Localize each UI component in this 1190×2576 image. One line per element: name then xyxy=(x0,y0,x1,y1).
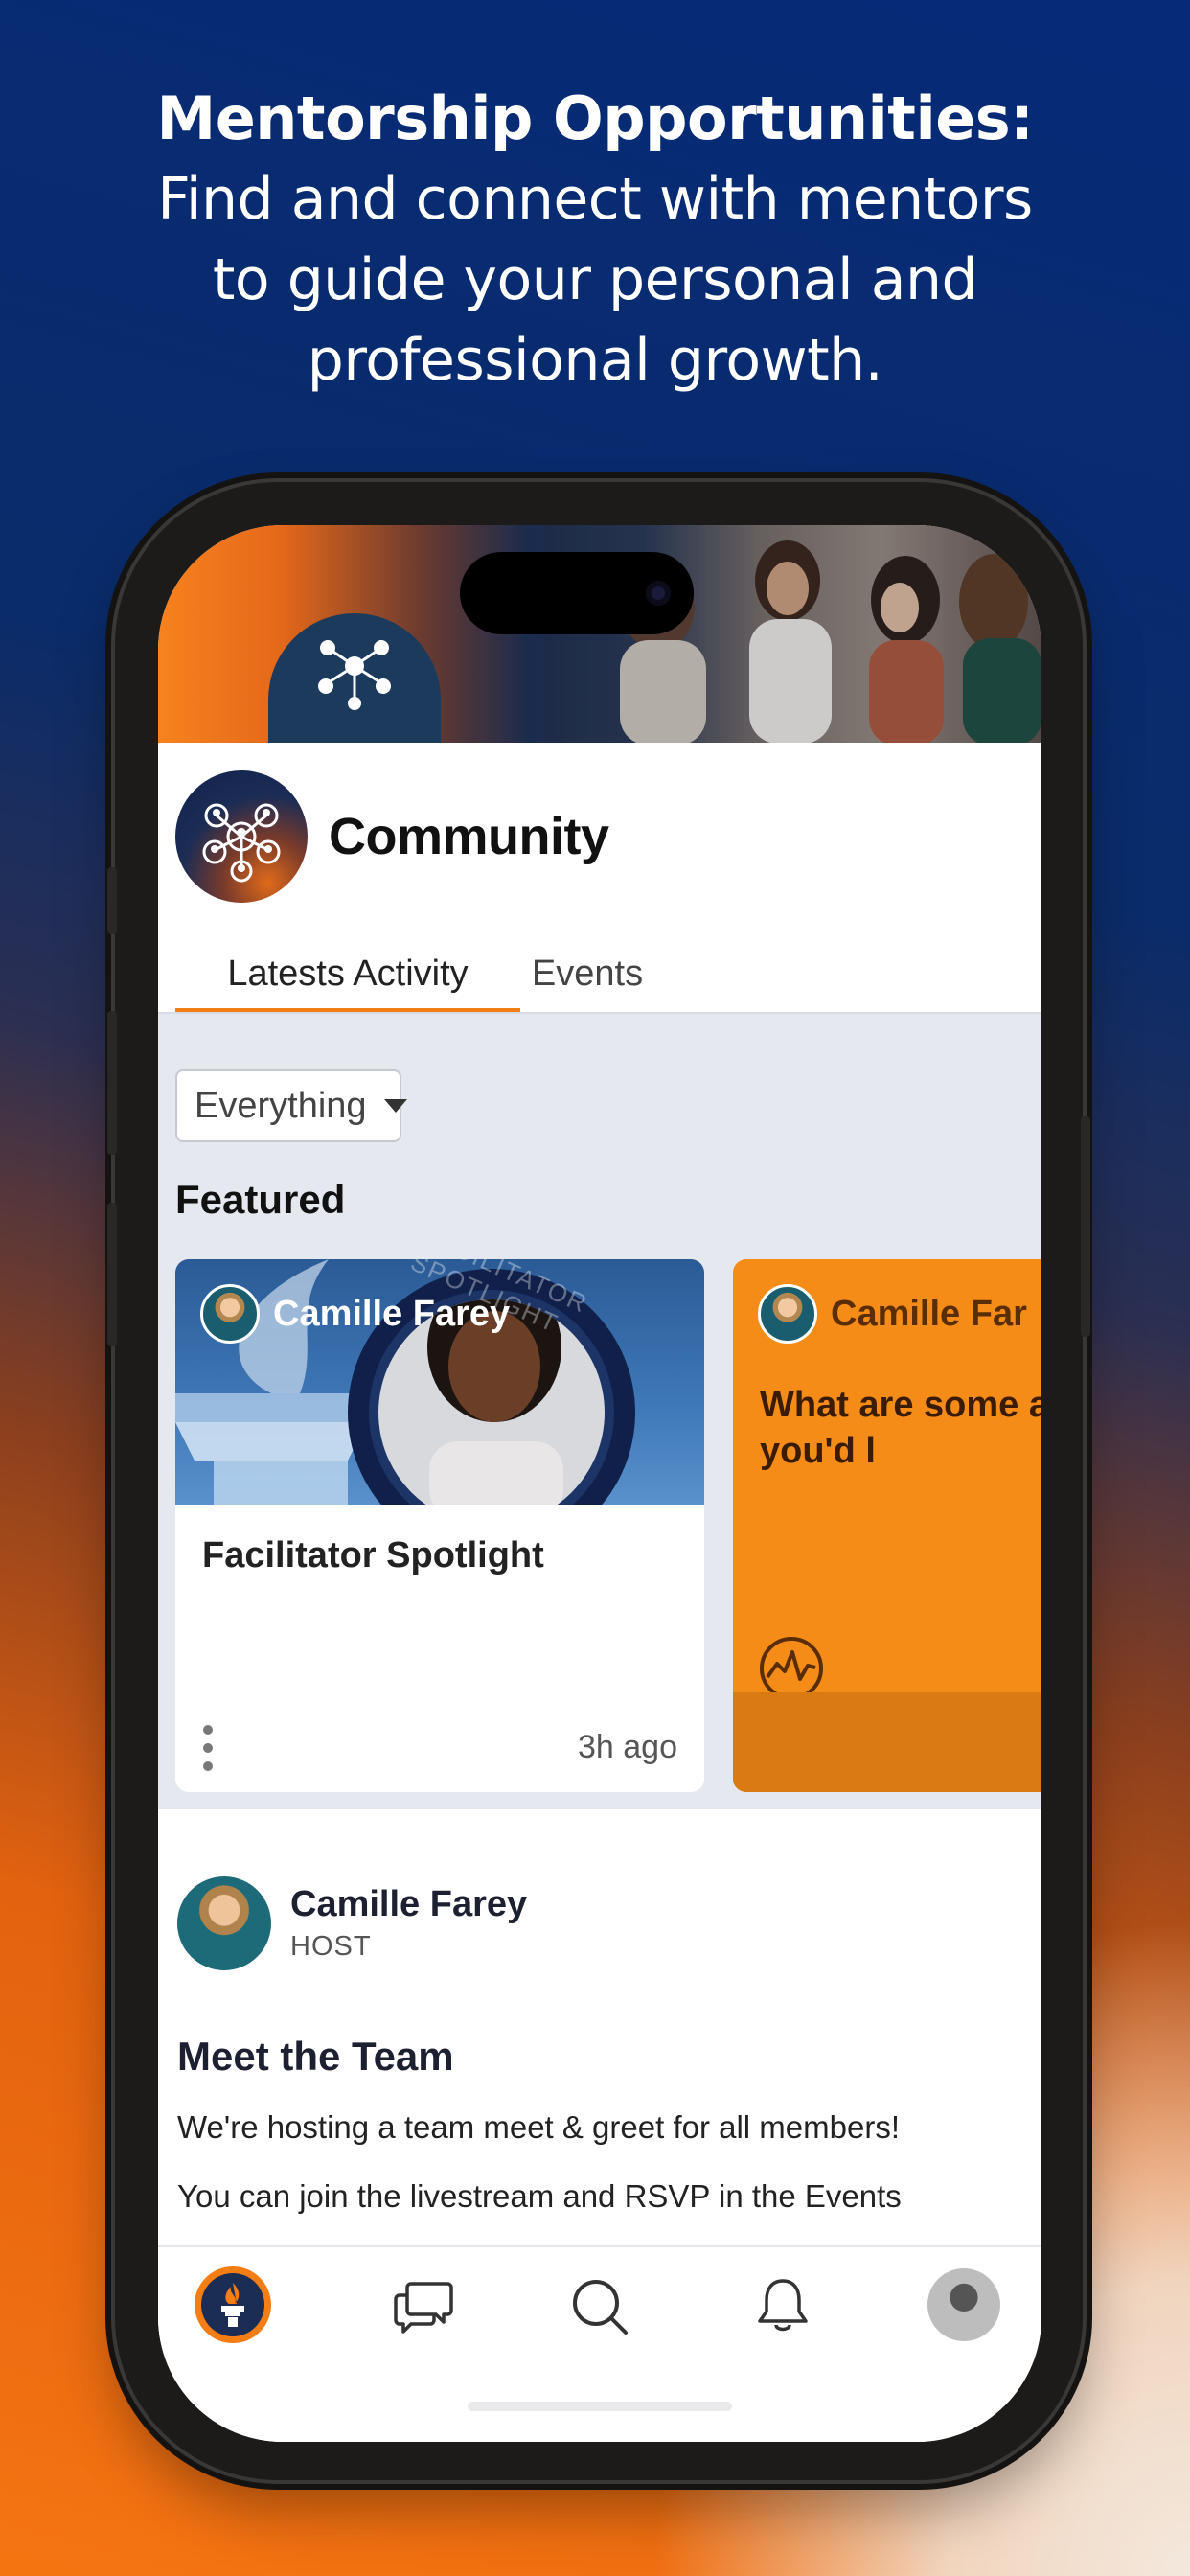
featured-card[interactable]: FACILITATOR SPOTLIGHT Camille Farey Faci… xyxy=(175,1259,704,1792)
network-icon xyxy=(202,803,281,883)
card-image: FACILITATOR SPOTLIGHT Camille Farey xyxy=(175,1259,704,1505)
featured-card-question[interactable]: Camille Far What are some activites you'… xyxy=(733,1259,1041,1792)
more-options-icon[interactable] xyxy=(198,1725,217,1775)
tab-events[interactable]: Events xyxy=(520,943,654,1014)
dynamic-island xyxy=(460,552,694,634)
tab-bar: Latests Activity Events xyxy=(175,943,1041,1014)
avatar xyxy=(758,1284,817,1344)
avatar xyxy=(200,1284,260,1344)
card-timestamp: 3h ago xyxy=(578,1729,677,1765)
phone-volume-up xyxy=(107,1011,117,1155)
app-screen: Community Latests Activity Events Everyt… xyxy=(158,525,1041,2442)
home-torch-icon xyxy=(221,2283,244,2327)
nav-home[interactable] xyxy=(195,2266,271,2343)
filter-dropdown[interactable]: Everything xyxy=(175,1070,407,1142)
phone-action-button xyxy=(107,867,117,934)
caret-down-icon xyxy=(383,1099,407,1113)
nav-messages[interactable] xyxy=(383,2266,464,2347)
avatar[interactable] xyxy=(177,1876,271,1970)
post-title: Meet the Team xyxy=(177,2034,454,2079)
banner-community-badge xyxy=(268,613,441,743)
search-icon xyxy=(573,2280,628,2334)
featured-heading: Featured xyxy=(175,1177,346,1222)
bottom-nav xyxy=(158,2245,1041,2442)
nav-notifications[interactable] xyxy=(743,2266,823,2347)
post-body: We're hosting a team meet & greet for al… xyxy=(177,2106,1020,2244)
community-title: Community xyxy=(329,808,609,865)
card-question-text: What are some activites you'd l xyxy=(760,1385,1041,1471)
community-header: Community xyxy=(175,770,609,904)
nav-profile-avatar[interactable] xyxy=(927,2268,1000,2341)
post-author[interactable]: Camille Farey HOST xyxy=(177,1876,527,1970)
chat-bubbles-icon xyxy=(394,2282,453,2334)
post-paragraph: We're hosting a team meet & greet for al… xyxy=(177,2109,901,2145)
card-footer xyxy=(733,1692,1041,1792)
network-icon xyxy=(318,640,391,710)
post-paragraph: You can join the livestream and RSVP in … xyxy=(177,2178,902,2214)
card-author-name: Camille Farey xyxy=(273,1293,511,1334)
card-author: Camille Far xyxy=(758,1284,1027,1344)
bell-icon xyxy=(758,2279,808,2332)
phone-power-button xyxy=(1081,1116,1090,1337)
headline: Mentorship Opportunities: Find and conne… xyxy=(0,79,1190,401)
headline-subtitle: Find and connect with mentors to guide y… xyxy=(157,166,1033,394)
card-title: Facilitator Spotlight xyxy=(202,1535,544,1576)
card-author-name: Camille Far xyxy=(831,1293,1027,1334)
post-author-role: HOST xyxy=(290,1931,372,1962)
nav-search[interactable] xyxy=(560,2266,640,2347)
filter-selected-value: Everything xyxy=(195,1085,367,1126)
community-avatar[interactable] xyxy=(175,770,308,903)
home-indicator xyxy=(468,2402,732,2411)
phone-volume-down xyxy=(107,1203,117,1346)
camera-icon xyxy=(646,581,671,606)
headline-title: Mentorship Opportunities: xyxy=(156,83,1034,153)
card-author: Camille Farey xyxy=(200,1284,510,1344)
post-author-name[interactable]: Camille Farey xyxy=(290,1884,527,1925)
tab-latest-activity[interactable]: Latests Activity xyxy=(175,943,520,1014)
